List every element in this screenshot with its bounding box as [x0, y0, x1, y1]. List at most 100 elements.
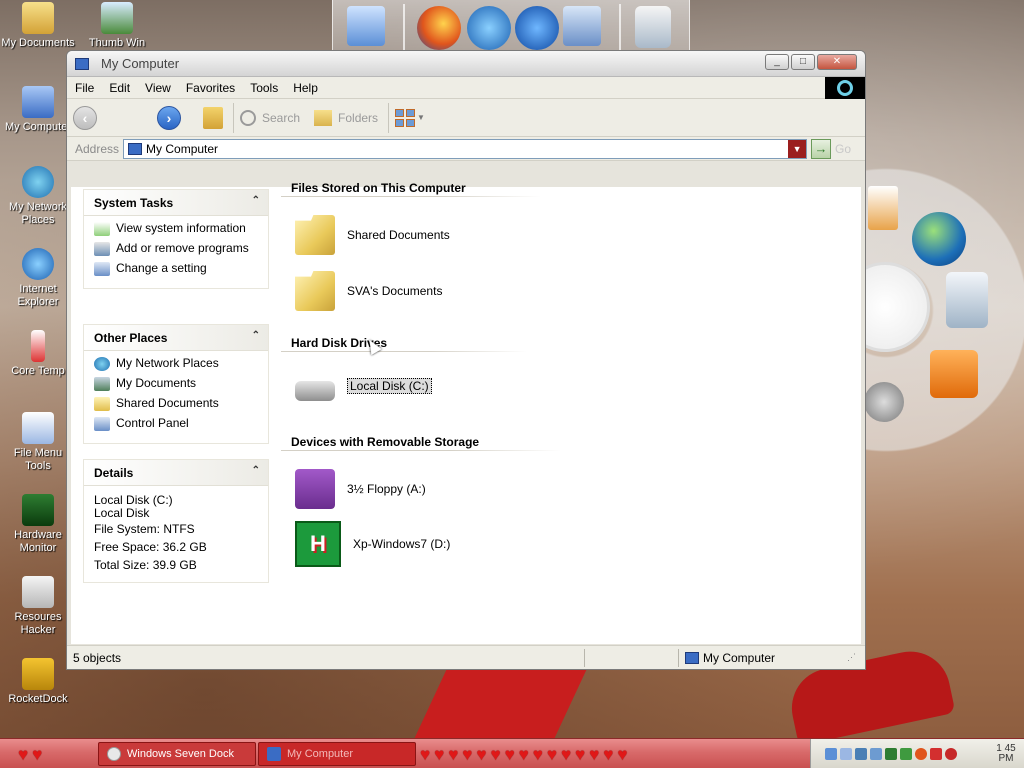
close-button[interactable]: ✕ — [817, 54, 857, 70]
dock-app-icon — [107, 747, 121, 761]
address-dropdown-button[interactable]: ▼ — [788, 139, 807, 158]
folder-icon — [295, 271, 335, 311]
place-label: My Documents — [116, 376, 197, 390]
place-my-documents[interactable]: My Documents — [94, 377, 268, 391]
control-panel-icon[interactable] — [563, 6, 601, 46]
desktop-icon-resoures-hacker[interactable]: Resoures Hacker — [0, 576, 76, 637]
film-reel-icon[interactable] — [864, 382, 904, 422]
menu-edit[interactable]: Edit — [109, 81, 130, 95]
clock[interactable]: 1 45 PM — [996, 744, 1016, 764]
ie-icon — [22, 248, 54, 280]
place-shared-documents[interactable]: Shared Documents — [94, 397, 268, 411]
tray-icon-shield[interactable] — [900, 748, 912, 760]
task-change-setting[interactable]: Change a setting — [94, 262, 268, 276]
monitor-icon[interactable] — [347, 6, 385, 46]
desktop-icon-my-documents[interactable]: My Documents — [0, 2, 76, 50]
item-floppy-a[interactable]: 3½ Floppy (A:) — [295, 469, 426, 509]
go-label[interactable]: Go — [835, 142, 851, 156]
folders-button[interactable]: Folders — [314, 109, 378, 126]
chevron-down-icon[interactable]: ▼ — [417, 113, 425, 122]
recycle-bin-icon[interactable] — [946, 272, 988, 328]
hearts-decoration: ♥♥ — [18, 745, 47, 764]
tray-icon-firefox[interactable] — [915, 748, 927, 760]
menu-view[interactable]: View — [145, 81, 171, 95]
desktop-icon-hardware-monitor[interactable]: Hardware Monitor — [0, 494, 76, 555]
tray-icon-plus[interactable] — [930, 748, 942, 760]
globe-icon[interactable] — [912, 212, 966, 266]
internet-explorer-icon[interactable] — [467, 6, 511, 50]
details-header[interactable]: Details ⌃ — [84, 460, 268, 486]
item-xp-windows7-d[interactable]: H Xp-Windows7 (D:) — [295, 521, 450, 567]
resize-grip-icon[interactable]: ⋰ — [847, 652, 856, 663]
title-bar[interactable]: My Computer _ □ ✕ — [67, 51, 865, 77]
details-type: Local Disk — [94, 506, 150, 520]
back-button[interactable]: ‹ — [73, 105, 97, 130]
desktop-icon-file-menu-tools[interactable]: File Menu Tools — [0, 412, 76, 473]
item-svas-documents[interactable]: SVA's Documents — [295, 271, 442, 311]
task-label: Windows Seven Dock — [127, 748, 234, 760]
go-button[interactable]: → — [811, 138, 832, 159]
up-folder-icon[interactable] — [203, 106, 223, 129]
tray-icon-display[interactable] — [825, 748, 837, 760]
recycle-bin-icon[interactable] — [635, 6, 671, 48]
item-local-disk-c[interactable]: Local Disk (C:) — [295, 371, 432, 401]
collapse-chevron-icon[interactable]: ⌃ — [252, 330, 260, 341]
task-view-system-information[interactable]: View system information — [94, 222, 268, 236]
tray-icon-close[interactable] — [945, 748, 957, 760]
folder-icon — [22, 2, 54, 34]
resource-hacker-icon — [22, 576, 54, 608]
documents-icon[interactable] — [868, 186, 898, 230]
place-control-panel[interactable]: Control Panel — [94, 417, 268, 431]
menu-help[interactable]: Help — [293, 81, 318, 95]
task-label: Add or remove programs — [116, 241, 249, 255]
menu-file[interactable]: File — [75, 81, 94, 95]
desktop-icon-core-temp[interactable]: Core Temp — [0, 330, 76, 378]
details-free-space: Free Space: 36.2 GB — [94, 540, 207, 554]
desktop-icon-my-computer[interactable]: My Computer — [0, 86, 76, 134]
tray-icon-volume[interactable] — [870, 748, 882, 760]
media-player-icon[interactable] — [930, 350, 978, 398]
desktop-icon-rocketdock[interactable]: RocketDock — [0, 658, 76, 706]
folder-icon — [295, 215, 335, 255]
collapse-chevron-icon[interactable]: ⌃ — [252, 465, 260, 476]
thumb-win-icon — [101, 2, 133, 34]
firefox-icon[interactable] — [417, 6, 461, 50]
system-tasks-header[interactable]: System Tasks ⌃ — [84, 190, 268, 216]
media-player-icon[interactable] — [515, 6, 559, 50]
other-places-header[interactable]: Other Places ⌃ — [84, 325, 268, 351]
item-label: 3½ Floppy (A:) — [347, 482, 426, 496]
task-add-remove-programs[interactable]: Add or remove programs — [94, 242, 268, 256]
desktop-icon-my-network-places[interactable]: My Network Places — [0, 166, 76, 227]
maximize-button[interactable]: □ — [791, 54, 815, 70]
task-label: Change a setting — [116, 261, 207, 275]
taskbar-task-my-computer[interactable]: My Computer — [258, 742, 416, 766]
details-title: Details — [94, 465, 134, 480]
collapse-chevron-icon[interactable]: ⌃ — [252, 195, 260, 206]
control-panel-icon — [94, 262, 110, 276]
taskbar-task-windows-seven-dock[interactable]: Windows Seven Dock — [98, 742, 256, 766]
minimize-button[interactable]: _ — [765, 54, 789, 70]
menu-tools[interactable]: Tools — [250, 81, 278, 95]
views-icon[interactable] — [395, 108, 416, 127]
tray-icon-window[interactable] — [840, 748, 852, 760]
computer-icon — [128, 142, 143, 155]
computer-icon — [22, 86, 54, 118]
window-title: My Computer — [101, 56, 180, 71]
place-my-network-places[interactable]: My Network Places — [94, 357, 268, 371]
status-bar: 5 objects My Computer ⋰ — [67, 645, 865, 669]
desktop-icon-label: My Computer — [4, 121, 72, 133]
item-shared-documents[interactable]: Shared Documents — [295, 215, 450, 255]
desktop-icon-thumb-win[interactable]: Thumb Win — [79, 2, 155, 50]
search-label: Search — [262, 110, 301, 125]
status-objects: 5 objects — [67, 648, 585, 667]
forward-button[interactable]: › — [157, 105, 181, 130]
search-button[interactable]: Search — [240, 109, 301, 126]
tray-icon-network[interactable] — [855, 748, 867, 760]
file-menu-tools-icon — [22, 412, 54, 444]
desktop-icon-internet-explorer[interactable]: Internet Explorer — [0, 248, 76, 309]
hardware-monitor-icon — [22, 494, 54, 526]
menu-favorites[interactable]: Favorites — [186, 81, 235, 95]
system-tasks-list: View system information Add or remove pr… — [84, 216, 268, 288]
tray-icon-hardware[interactable] — [885, 748, 897, 760]
address-input[interactable]: My Computer ▼ — [123, 138, 808, 159]
